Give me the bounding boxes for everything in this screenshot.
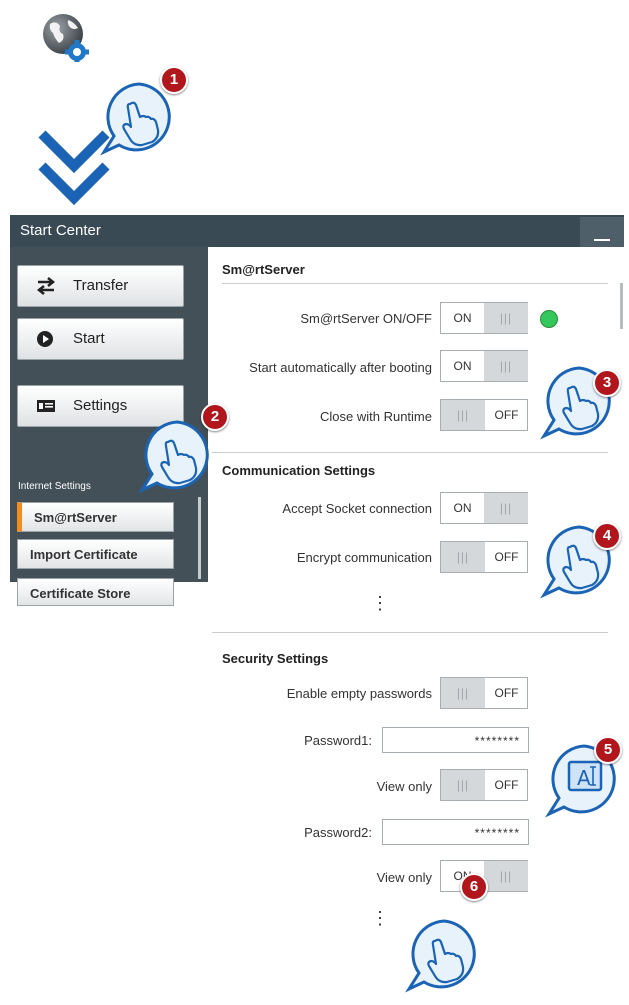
toggle-knob <box>441 770 485 800</box>
sidebar-item-smartserver[interactable]: Sm@rtServer <box>17 502 174 532</box>
callout-badge-4: 4 <box>593 522 621 550</box>
sidebar-item-label: Import Certificate <box>30 547 138 562</box>
toggle-off-text: OFF <box>494 778 519 792</box>
toggle-knob <box>441 542 485 572</box>
minimize-button[interactable] <box>580 217 624 247</box>
more-items-indicator: ⋮ <box>371 593 389 613</box>
toggle-knob <box>441 400 485 430</box>
globe-settings-icon[interactable] <box>40 12 90 62</box>
title-bar: Start Center <box>10 215 624 247</box>
password1-label: Password1: <box>304 733 372 748</box>
accept-socket-label: Accept Socket connection <box>282 501 432 516</box>
view-only-1-toggle[interactable]: OFF <box>440 769 528 801</box>
toggle-off-text: OFF <box>494 686 519 700</box>
callout-badge-6: 6 <box>460 873 488 901</box>
transfer-button[interactable]: Transfer <box>17 265 184 307</box>
smartserver-onoff-toggle[interactable]: ON <box>440 302 528 334</box>
callout-badge-2: 2 <box>201 403 229 431</box>
security-heading: Security Settings <box>222 651 329 666</box>
empty-passwords-label: Enable empty passwords <box>286 686 432 701</box>
smartserver-onoff-label: Sm@rtServer ON/OFF <box>300 311 432 326</box>
toggle-on-text: ON <box>453 501 472 515</box>
toggle-knob <box>441 678 485 708</box>
empty-passwords-toggle[interactable]: OFF <box>440 677 528 709</box>
internet-settings-label: Internet Settings <box>18 481 91 492</box>
toggle-off-text: OFF <box>494 408 519 422</box>
window-title: Start Center <box>20 222 101 239</box>
toggle-off-text: OFF <box>494 550 519 564</box>
settings-panel-icon <box>37 400 55 412</box>
start-auto-toggle[interactable]: ON <box>440 350 528 382</box>
transfer-label: Transfer <box>73 277 129 294</box>
callout-badge-5: 5 <box>594 736 622 764</box>
smartserver-heading: Sm@rtServer <box>222 262 305 277</box>
sidebar: Transfer Start Settings Internet Setting… <box>10 247 208 606</box>
status-led <box>540 310 558 328</box>
hand-tap-icon <box>140 420 209 492</box>
view-only-2-label: View only <box>376 870 432 885</box>
settings-label: Settings <box>73 397 128 414</box>
toggle-on-text: ON <box>453 311 472 325</box>
sidebar-item-certificate-store[interactable]: Certificate Store <box>17 578 174 606</box>
toggle-knob <box>484 493 528 523</box>
sidebar-item-import-certificate[interactable]: Import Certificate <box>17 539 174 569</box>
start-label: Start <box>73 330 105 347</box>
toggle-knob <box>484 861 528 891</box>
start-auto-label: Start automatically after booting <box>249 360 432 375</box>
callout-badge-3: 3 <box>593 369 621 397</box>
accept-socket-toggle[interactable]: ON <box>440 492 528 524</box>
toggle-knob <box>484 351 528 381</box>
start-button[interactable]: Start <box>17 318 184 360</box>
password2-value: ******** <box>474 826 520 840</box>
play-icon <box>37 331 53 347</box>
divider <box>222 283 608 284</box>
transfer-arrows-icon <box>36 277 56 295</box>
encrypt-toggle[interactable]: OFF <box>440 541 528 573</box>
svg-text:A: A <box>577 766 591 790</box>
encrypt-label: Encrypt communication <box>296 550 432 565</box>
communication-heading: Communication Settings <box>222 463 376 478</box>
settings-scrollbar[interactable] <box>620 283 623 329</box>
password1-input[interactable]: ******** <box>382 727 529 753</box>
toggle-on-text: ON <box>453 359 472 373</box>
password2-label: Password2: <box>304 825 372 840</box>
close-runtime-toggle[interactable]: OFF <box>440 399 528 431</box>
view-only-1-label: View only <box>376 779 432 794</box>
hand-tap-icon <box>407 919 476 991</box>
toggle-knob <box>484 303 528 333</box>
password2-input[interactable]: ******** <box>382 819 529 845</box>
hmi-window: Start Center Transfer Start Settings Int… <box>10 215 624 606</box>
callout-badge-1: 1 <box>160 66 188 94</box>
sidebar-item-label: Sm@rtServer <box>34 510 117 525</box>
more-items-indicator: ⋮ <box>371 908 389 928</box>
sidebar-item-label: Certificate Store <box>30 586 131 601</box>
divider <box>212 632 608 633</box>
password1-value: ******** <box>474 734 520 748</box>
divider <box>212 452 608 453</box>
